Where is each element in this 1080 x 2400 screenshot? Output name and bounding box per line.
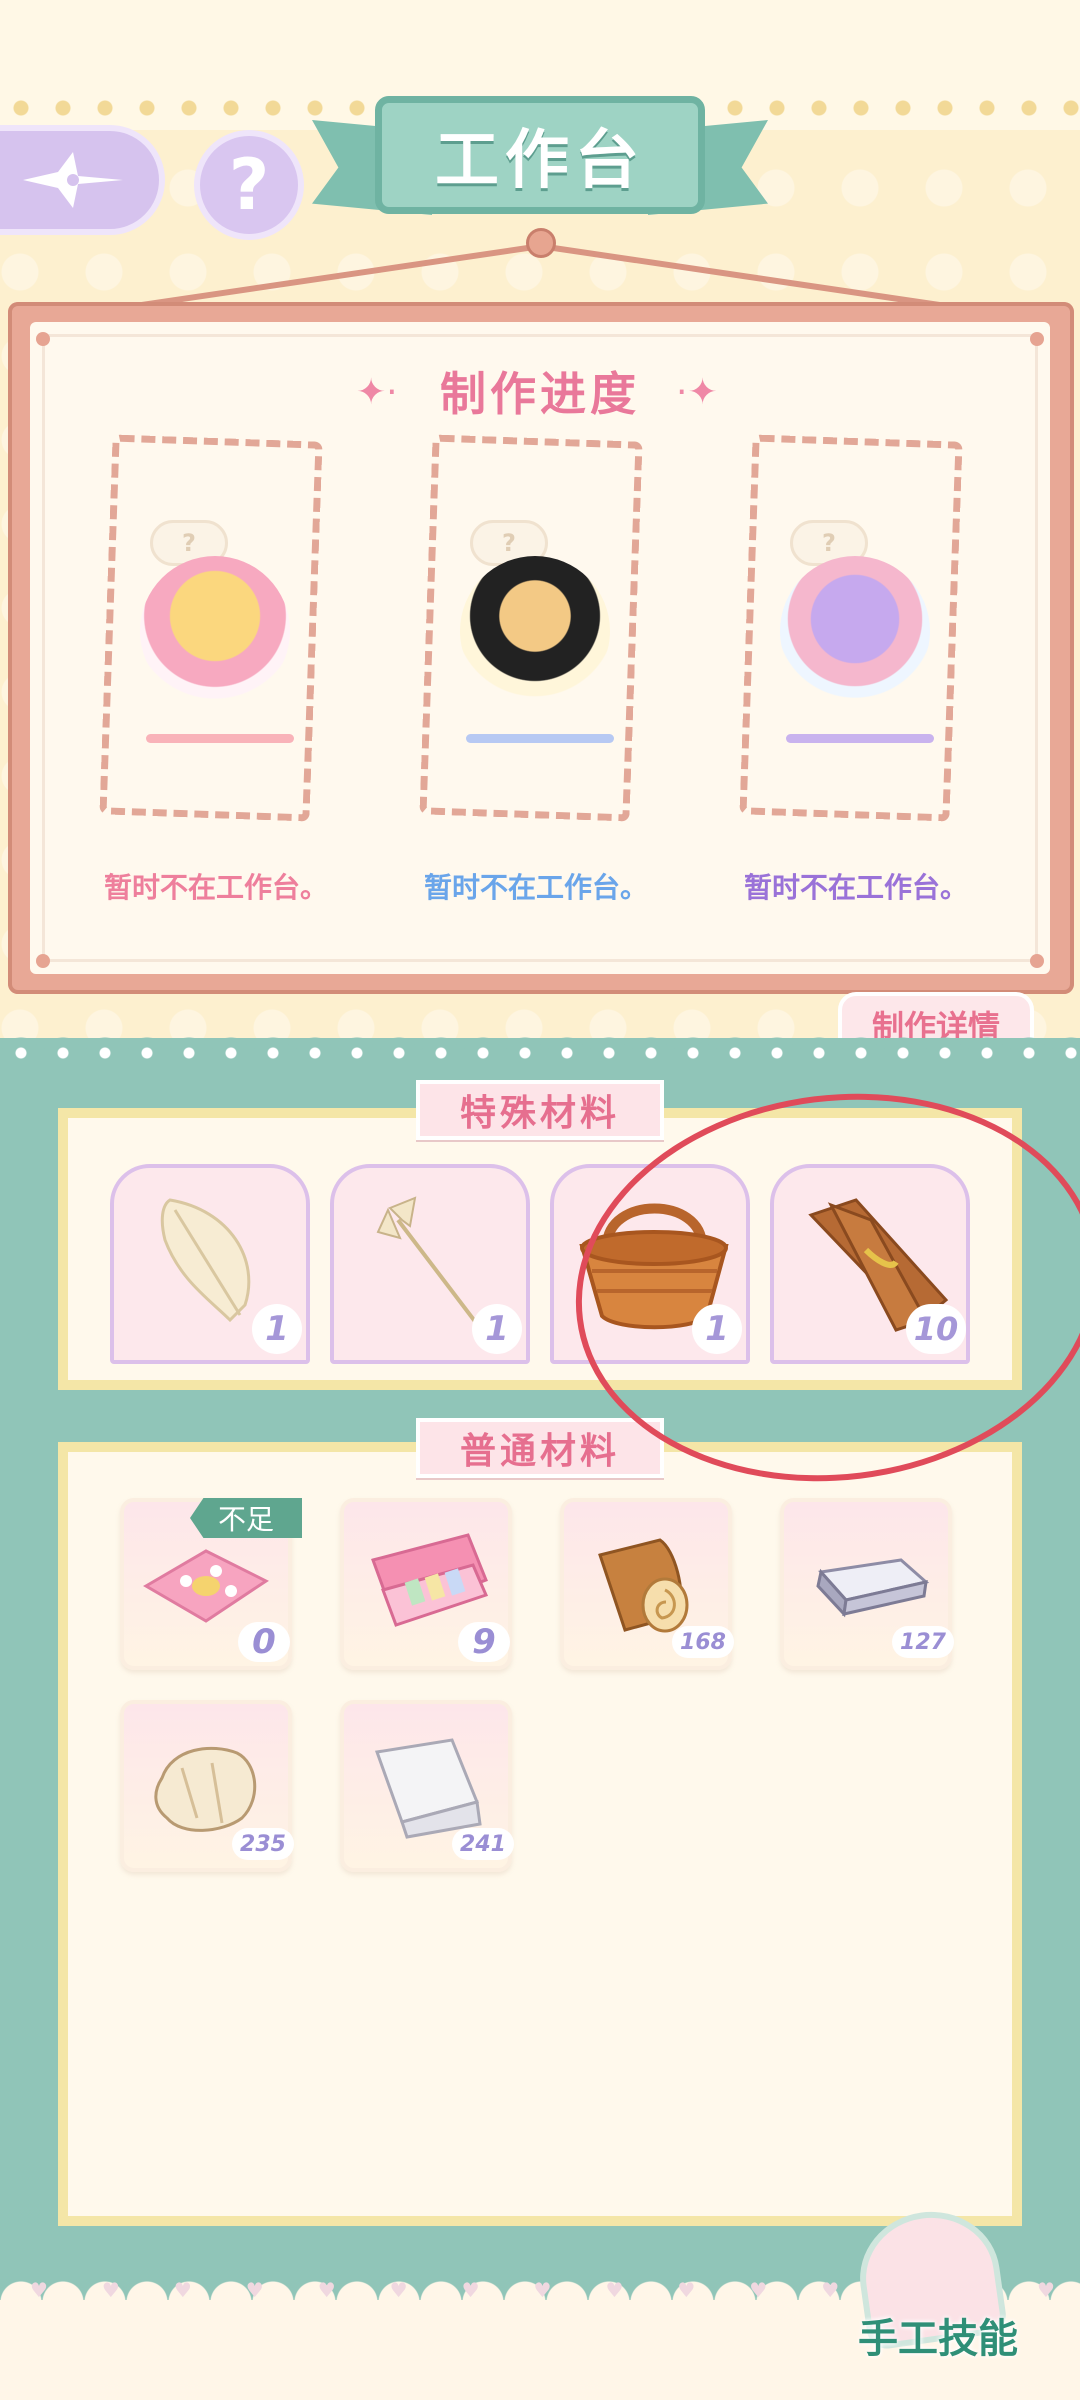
white-fabric-icon: [374, 1738, 482, 1839]
rivet: [36, 954, 50, 968]
feather-icon: [160, 1198, 251, 1323]
help-icon: ?: [228, 144, 270, 226]
normal-materials-label: 普通材料: [416, 1418, 664, 1478]
slot-status-1: 暂时不在工作台。: [103, 871, 328, 904]
log-icon: [598, 1538, 689, 1633]
slot-bar-1: [146, 734, 294, 743]
special-material-card[interactable]: 1: [110, 1164, 310, 1364]
item-count: 1: [472, 1304, 522, 1354]
character-avatar: [780, 556, 930, 706]
rivet: [1030, 954, 1044, 968]
item-count: 241: [452, 1828, 514, 1860]
sparkle-right-icon: ·✦: [676, 372, 718, 413]
page-title-banner: 工作台: [375, 96, 705, 214]
item-count: 9: [458, 1622, 510, 1662]
silver-ingot-icon: [816, 1558, 930, 1618]
item-count: 235: [232, 1828, 294, 1860]
insufficient-badge: 不足: [190, 1498, 302, 1538]
craft-skill-label[interactable]: 手工技能: [838, 2306, 1038, 2364]
character-avatar: [460, 556, 610, 706]
rivet: [1030, 332, 1044, 346]
teal-dot-row: [0, 1044, 1080, 1062]
slot-bar-2: [466, 734, 614, 743]
page-title: 工作台: [435, 124, 645, 198]
rivet: [36, 332, 50, 346]
item-count: 168: [672, 1626, 734, 1658]
slot-status-3: 暂时不在工作台。: [743, 871, 968, 904]
help-button[interactable]: ?: [194, 130, 304, 240]
item-count: 0: [238, 1622, 290, 1662]
hanging-pin: [526, 228, 556, 258]
slot-status-2: 暂时不在工作台。: [423, 871, 648, 904]
item-count: 1: [252, 1304, 302, 1354]
special-material-card[interactable]: 1: [330, 1164, 530, 1364]
slot-bar-3: [786, 734, 934, 743]
normal-material-card[interactable]: 241: [340, 1700, 514, 1872]
normal-material-card[interactable]: 9: [340, 1498, 512, 1670]
back-button[interactable]: [0, 125, 165, 235]
item-count: 127: [892, 1626, 954, 1658]
pink-cloth-icon: [143, 1549, 269, 1623]
progress-title: 制作进度: [440, 367, 640, 421]
normal-material-card[interactable]: 168: [560, 1498, 734, 1670]
compass-back-icon: [22, 152, 123, 208]
special-materials-label: 特殊材料: [416, 1080, 664, 1140]
character-avatar: [140, 556, 290, 706]
normal-material-card[interactable]: 127: [780, 1498, 954, 1670]
normal-material-card[interactable]: 235: [120, 1700, 294, 1872]
